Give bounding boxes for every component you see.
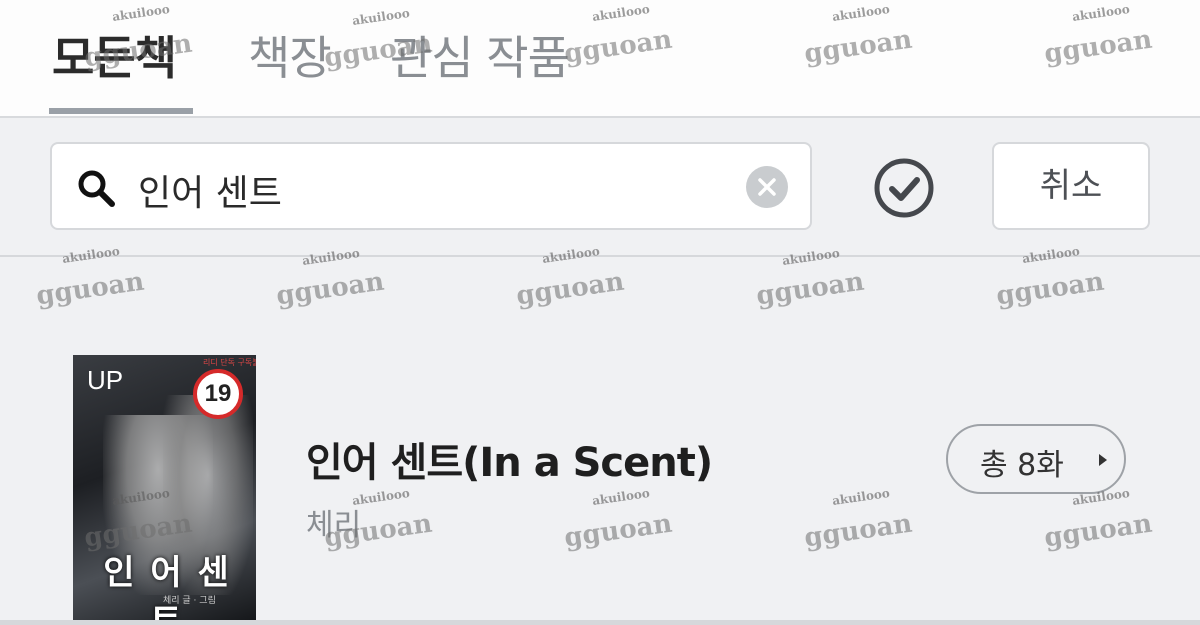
watermark-big: gguoan (274, 266, 386, 312)
search-field[interactable]: 인어 센트 (50, 142, 812, 230)
book-title[interactable]: 인어 센트(In a Scent) (306, 430, 713, 488)
tab-favorites[interactable]: 관심 작품 (390, 22, 570, 88)
watermark-big: gguoan (754, 266, 866, 312)
check-circle-icon[interactable] (872, 156, 936, 220)
clear-search-icon[interactable] (746, 166, 788, 208)
book-cover[interactable]: UP 리디 단독 구독불가 19 인 어 센 트 체리 글 · 그림 (73, 355, 256, 620)
cover-title: 인 어 센 트 (103, 553, 231, 620)
search-icon (78, 170, 115, 207)
watermark-small: akuilooo (301, 246, 361, 268)
cover-subtitle: 체리 글 · 그림 (163, 596, 216, 606)
watermark-big: gguoan (802, 508, 914, 554)
episodes-label: 총 8화 (980, 448, 1064, 483)
watermark-big: gguoan (994, 266, 1106, 312)
watermark-big: gguoan (1042, 508, 1154, 554)
watermark-big: gguoan (562, 508, 674, 554)
search-input[interactable]: 인어 센트 (138, 164, 282, 216)
divider-bottom (0, 620, 1200, 625)
episodes-button[interactable]: 총 8화 (946, 424, 1126, 494)
cancel-button[interactable]: 취소 (992, 142, 1150, 230)
tab-bar: 모든책 책장 관심 작품 (0, 0, 1200, 118)
tab-all-books[interactable]: 모든책 (52, 22, 177, 88)
chevron-right-icon (1099, 454, 1107, 466)
tab-bookshelf[interactable]: 책장 (248, 22, 332, 88)
book-author: 체리 (306, 508, 362, 543)
divider (0, 255, 1200, 257)
watermark-small: akuilooo (781, 246, 841, 268)
watermark-small: akuilooo (591, 486, 651, 508)
watermark-big: gguoan (34, 266, 146, 312)
active-tab-indicator (49, 108, 193, 114)
watermark-small: akuilooo (831, 486, 891, 508)
cover-up-badge: UP (87, 365, 124, 395)
cover-corner-text: 리디 단독 구독불가 (203, 358, 256, 367)
age-rating-badge: 19 (193, 369, 243, 419)
watermark-big: gguoan (514, 266, 626, 312)
